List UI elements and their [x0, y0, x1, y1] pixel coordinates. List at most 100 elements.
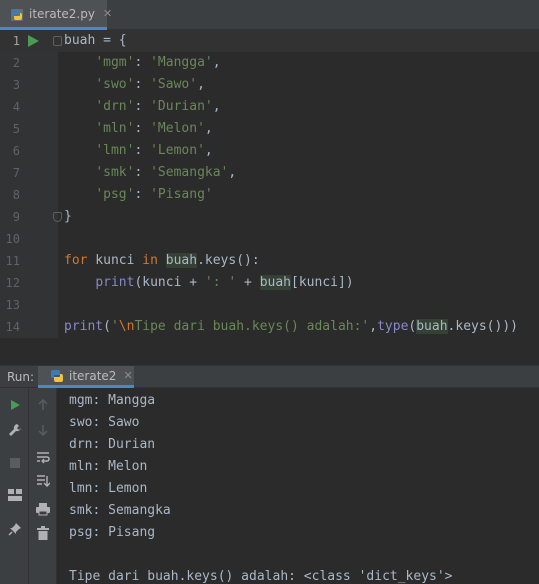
trash-icon[interactable]	[34, 524, 52, 542]
code-token: :	[134, 55, 151, 70]
code-token: :	[134, 99, 151, 114]
code-token: 'swo'	[95, 77, 135, 92]
console-output-line: lmn: Lemon	[69, 481, 148, 496]
code-token: 'mln'	[95, 121, 135, 136]
code-token: ,	[228, 165, 237, 180]
code-token: 'psg'	[95, 187, 135, 202]
run-tab-iterate2[interactable]: iterate2 ✕	[38, 366, 134, 388]
code-line[interactable]: 8 'psg': 'Pisang'	[0, 184, 539, 206]
line-number: 2	[12, 56, 20, 70]
code-line[interactable]: 5 'mln': 'Melon',	[0, 118, 539, 140]
up-arrow-icon[interactable]	[34, 396, 52, 414]
line-number: 10	[5, 232, 20, 246]
code-token: = {	[95, 33, 127, 48]
code-line[interactable]: 7 'smk': 'Semangka',	[0, 162, 539, 184]
code-line[interactable]: 9}	[0, 206, 539, 228]
code-token: :	[134, 77, 151, 92]
editor-tab-bar: iterate2.py ✕	[0, 0, 539, 30]
layout-icon[interactable]	[6, 486, 24, 504]
code-token: :	[134, 121, 151, 136]
code-line[interactable]: 3 'swo': 'Sawo',	[0, 74, 539, 96]
code-token: ,	[204, 121, 213, 136]
code-line[interactable]: 12 print(kunci + ': ' + buah[kunci])	[0, 272, 539, 294]
code-editor[interactable]: 1 buah = {2 'mgm': 'Mangga', 3 'swo': 'Saw…	[0, 30, 539, 338]
fold-end-marker-icon[interactable]	[53, 212, 62, 222]
run-tool-window-header: Run: iterate2 ✕	[0, 366, 539, 388]
line-number: 13	[5, 298, 20, 312]
line-number: 4	[12, 100, 20, 114]
code-token: .keys()))	[447, 319, 518, 334]
run-tab-label: iterate2	[69, 368, 117, 383]
code-text: 'lmn': 'Lemon',	[64, 140, 212, 162]
code-text: 'drn': 'Durian',	[64, 96, 220, 118]
console-output-line: mln: Melon	[69, 459, 148, 474]
down-arrow-icon[interactable]	[34, 421, 52, 439]
code-token: (	[103, 319, 111, 334]
code-token: 'mgm'	[95, 55, 135, 70]
run-toolbar-secondary	[29, 388, 57, 584]
code-token: buah	[259, 275, 292, 290]
line-number: 9	[12, 210, 20, 224]
run-arrow-icon[interactable]	[28, 35, 39, 47]
code-token: 'Pisang'	[150, 187, 213, 202]
run-toolbar-primary	[0, 388, 29, 584]
code-token: for	[64, 253, 88, 268]
code-text: 'mln': 'Melon',	[64, 118, 213, 140]
code-text: 'smk': 'Semangka',	[64, 162, 236, 184]
code-token: ,	[212, 55, 221, 70]
editor-panel-divider[interactable]	[0, 338, 539, 366]
pin-icon[interactable]	[6, 520, 24, 538]
code-token: 'lmn'	[95, 143, 135, 158]
console-output-line: swo: Sawo	[69, 415, 140, 430]
code-line[interactable]: 6 'lmn': 'Lemon',	[0, 140, 539, 162]
code-text: for kunci in buah.keys():	[64, 250, 260, 272]
code-token: '	[110, 319, 119, 334]
code-line[interactable]: 13	[0, 294, 539, 316]
line-number: 3	[12, 78, 20, 92]
code-line[interactable]: 4 'drn': 'Durian',	[0, 96, 539, 118]
console-output-line: Tipe dari buah.keys() adalah: <class 'di…	[69, 569, 453, 584]
code-text: buah = {	[64, 30, 127, 52]
code-token: ,	[197, 77, 205, 92]
code-token: 'Mangga'	[150, 55, 213, 70]
code-token: 'smk'	[95, 165, 135, 180]
code-line[interactable]: 11 for kunci in buah.keys():	[0, 250, 539, 272]
code-line[interactable]: 14 print('\nTipe dari buah.keys() adalah:…	[0, 316, 539, 338]
rerun-icon[interactable]	[6, 396, 24, 414]
wrench-icon[interactable]	[6, 421, 24, 439]
code-text: 'psg': 'Pisang'	[64, 184, 213, 206]
code-token: print	[95, 275, 135, 290]
scroll-to-end-icon[interactable]	[34, 472, 52, 490]
code-token: 'Lemon'	[150, 143, 205, 158]
editor-tab-iterate2[interactable]: iterate2.py ✕	[0, 0, 112, 30]
close-icon[interactable]: ✕	[103, 7, 112, 20]
stop-icon[interactable]	[6, 454, 24, 472]
close-icon[interactable]: ✕	[123, 369, 132, 382]
line-number: 12	[5, 276, 20, 290]
code-token: type	[377, 319, 409, 334]
editor-tab-label: iterate2.py	[29, 6, 95, 21]
soft-wrap-icon[interactable]	[34, 448, 52, 466]
run-label: Run:	[7, 370, 35, 384]
code-token: ,	[369, 319, 378, 334]
console-output-line: drn: Durian	[69, 437, 156, 452]
run-console-output[interactable]: mgm: Mangga swo: Sawo drn: Durian mln: Melo…	[57, 388, 539, 584]
code-token: buah	[64, 33, 96, 48]
line-number: 8	[12, 188, 20, 202]
code-line[interactable]: 10	[0, 228, 539, 250]
console-output-line: mgm: Mangga	[69, 393, 156, 408]
print-icon[interactable]	[34, 500, 52, 518]
code-token: :	[134, 187, 151, 202]
code-line[interactable]: 2 'mgm': 'Mangga',	[0, 52, 539, 74]
code-line[interactable]: 1 buah = {	[0, 30, 539, 52]
line-number: 1	[12, 34, 20, 48]
fold-marker-icon[interactable]	[53, 36, 62, 46]
code-token: in	[142, 253, 158, 268]
